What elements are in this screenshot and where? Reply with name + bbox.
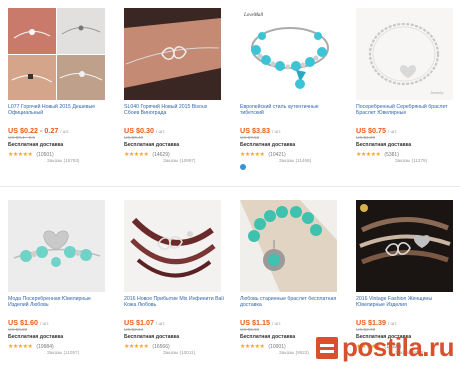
rating: ★★★★★ (10501): [8, 151, 54, 158]
price-value: US $0.75: [356, 126, 386, 135]
star-rating-icon: ★★★★★: [356, 152, 381, 158]
product-price: US $3.83/ шт.: [240, 126, 281, 135]
star-rating-icon: ★★★★★: [240, 152, 265, 158]
rating: ★★★★★ (19984): [8, 343, 54, 350]
product-price: US $0.75/ шт.: [356, 126, 397, 135]
info-badge-icon[interactable]: [240, 164, 246, 170]
orders-count[interactable]: Заказы (11057): [47, 350, 79, 355]
star-rating-icon: ★★★★★: [8, 344, 33, 350]
rating: ★★★★★ (14629): [124, 151, 170, 158]
orders-count[interactable]: Заказы (9523): [279, 350, 309, 355]
product-image[interactable]: [124, 8, 221, 100]
rating: ★★★★★ (5381): [356, 151, 399, 158]
vintage-wrap-bracelet-image: [356, 200, 453, 292]
old-price: US $7.66: [240, 135, 260, 140]
infinity-bracelet-image: [124, 8, 221, 100]
product-image[interactable]: LoveMall: [240, 8, 337, 100]
product-image[interactable]: [8, 8, 105, 100]
orders-count[interactable]: Заказы (11279): [395, 158, 427, 163]
product-image[interactable]: [356, 200, 453, 292]
leather-infinity-bracelet-image: [124, 200, 221, 292]
old-price: US $0.40: [124, 135, 144, 140]
orders-count[interactable]: Заказы (10897): [163, 158, 195, 163]
watermark-text: postila.ru: [341, 332, 455, 362]
price-value: US $1.07: [124, 318, 154, 327]
old-price: US $2.14: [124, 327, 144, 332]
rating: ★★★★★ (10001): [240, 343, 286, 350]
product-title[interactable]: 2016 Vintage Fashion Женщины Ювелирные И…: [356, 296, 456, 314]
product-image[interactable]: [124, 200, 221, 292]
product-grid: L077 Горячий Новый 2015 Дешевые Официаль…: [0, 0, 460, 371]
price-value: US $1.39: [356, 318, 386, 327]
rating: ★★★★★ (10421): [240, 151, 286, 158]
charm-bracelet-image: LoveMall: [240, 8, 337, 100]
free-shipping-label: Бесплатная доставка: [124, 142, 180, 148]
price-value: US $0.22 - 0.27: [8, 126, 59, 135]
star-rating-icon: ★★★★★: [124, 344, 149, 350]
price-value: US $3.83: [240, 126, 270, 135]
brand-logo: LoveMall: [243, 13, 264, 18]
price-unit: / шт.: [387, 321, 398, 326]
orders-count[interactable]: Заказы (11468): [279, 158, 311, 163]
product-price: US $1.60/ шт.: [8, 318, 49, 327]
rating: ★★★★★ (16566): [124, 343, 170, 350]
product-title[interactable]: SL040 Горячий Новый 2015 Bisoux Сбоев Ви…: [124, 104, 224, 122]
silver-chain-bracelet-image: Jewelry: [356, 8, 453, 100]
product-price: US $0.22 - 0.27/ шт.: [8, 126, 69, 135]
price-unit: / шт.: [155, 321, 166, 326]
star-rating-icon: ★★★★★: [8, 152, 33, 158]
price-value: US $1.15: [240, 318, 270, 327]
free-shipping-label: Бесплатная доставка: [240, 142, 296, 148]
product-card[interactable]: LoveMall Европейский стиль аутентичные т…: [235, 0, 345, 178]
free-shipping-label: Бесплатная доставка: [124, 334, 180, 340]
product-title[interactable]: Мода Посеребренная Ювелирные Изделий Люб…: [8, 296, 108, 314]
product-title[interactable]: 2016 Новое Прибытие Mix Инфинити Bali Ко…: [124, 296, 224, 314]
product-price: US $0.30/ шт.: [124, 126, 165, 135]
price-unit: / шт.: [271, 129, 282, 134]
turquoise-heart-bracelet-image: [8, 200, 105, 292]
old-price: US $3.20: [8, 327, 28, 332]
price-unit: / шт.: [39, 321, 50, 326]
product-price: US $1.15/ шт.: [240, 318, 281, 327]
price-value: US $1.60: [8, 318, 38, 327]
product-image[interactable]: [8, 200, 105, 292]
product-row-1: L077 Горячий Новый 2015 Дешевые Официаль…: [0, 0, 460, 178]
watermark: postila.ru: [315, 332, 455, 363]
star-rating-icon: ★★★★★: [240, 344, 265, 350]
turquoise-bead-bracelet-image: [240, 200, 337, 292]
product-card[interactable]: 2016 Новое Прибытие Mix Инфинити Bali Ко…: [119, 192, 229, 370]
star-rating-icon: ★★★★★: [124, 152, 149, 158]
product-price: US $1.07/ шт.: [124, 318, 165, 327]
product-card[interactable]: Мода Посеребренная Ювелирные Изделий Люб…: [3, 192, 113, 370]
old-price: US $0.4 - 0.5: [8, 135, 36, 140]
old-price: US $1.00: [356, 135, 376, 140]
product-image[interactable]: [240, 200, 337, 292]
product-card[interactable]: L077 Горячий Новый 2015 Дешевые Официаль…: [3, 0, 113, 178]
product-title[interactable]: Европейский стиль аутентичные тибетский: [240, 104, 340, 122]
free-shipping-label: Бесплатная доставка: [356, 142, 412, 148]
old-price: US $2.30: [240, 327, 260, 332]
product-price: US $1.39/ шт.: [356, 318, 397, 327]
product-title[interactable]: L077 Горячий Новый 2015 Дешевые Официаль…: [8, 104, 108, 122]
free-shipping-label: Бесплатная доставка: [240, 334, 296, 340]
price-unit: / шт.: [60, 129, 70, 134]
price-value: US $0.30: [124, 126, 154, 135]
postila-logo-icon: [315, 336, 338, 359]
product-title[interactable]: Любовь старинные браслет бесплатная дост…: [240, 296, 340, 314]
orders-count[interactable]: Заказы (10011): [163, 350, 195, 355]
watermark-text-icon: Jewelry: [429, 90, 445, 95]
product-card[interactable]: SL040 Горячий Новый 2015 Bisoux Сбоев Ви…: [119, 0, 229, 178]
price-unit: / шт.: [155, 129, 166, 134]
price-unit: / шт.: [271, 321, 282, 326]
product-image[interactable]: Jewelry: [356, 8, 453, 100]
free-shipping-label: Бесплатная доставка: [8, 142, 64, 148]
bracelet-collage-image: [8, 8, 105, 100]
free-shipping-label: Бесплатная доставка: [8, 334, 64, 340]
row-divider: [0, 186, 460, 187]
product-card[interactable]: Jewelry Посеребренный Серебряный браслет…: [351, 0, 460, 178]
product-title[interactable]: Посеребренный Серебряный браслет Браслет…: [356, 104, 456, 122]
orders-count[interactable]: Заказы (15783): [47, 158, 79, 163]
price-unit: / шт.: [387, 129, 398, 134]
